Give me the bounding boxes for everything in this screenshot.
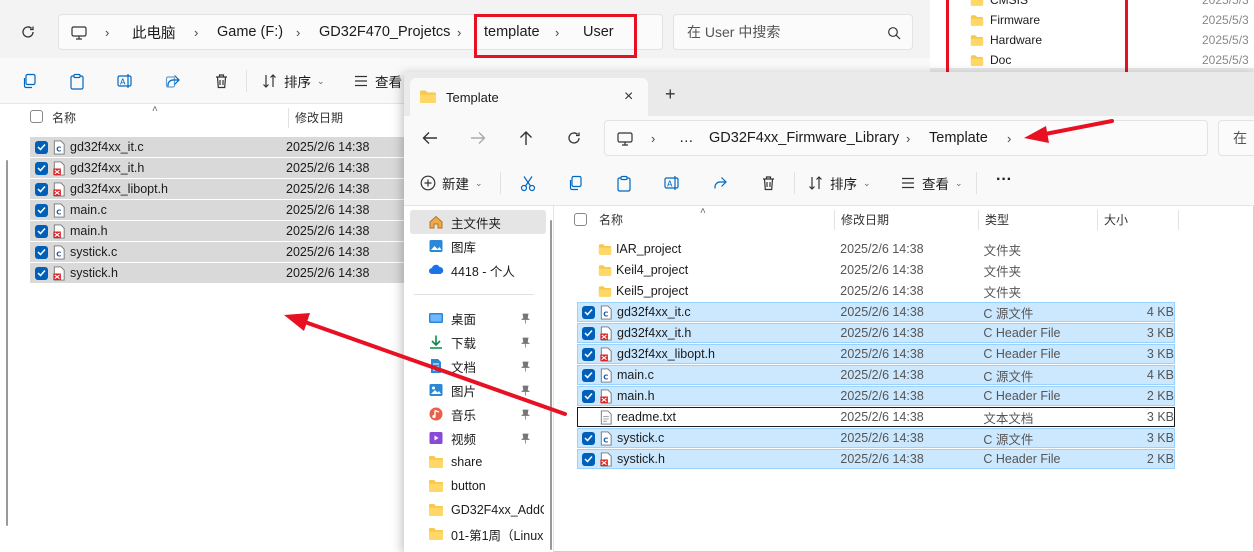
annotation-arrows bbox=[284, 119, 1114, 416]
arrow-to-back-list bbox=[284, 313, 567, 416]
arrow-to-breadcrumb bbox=[1024, 119, 1114, 143]
